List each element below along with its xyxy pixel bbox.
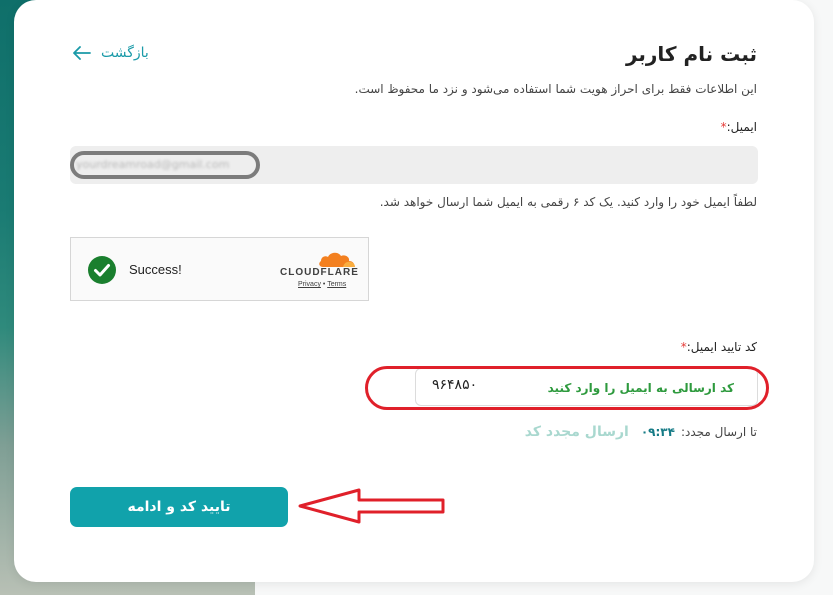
link-separator: • <box>322 281 326 288</box>
email-label: ایمیل:* <box>721 120 757 134</box>
cloudflare-cloud-icon <box>319 252 355 267</box>
success-check-icon <box>88 256 116 284</box>
registration-card: ثبت نام کاربر بازگشت این اطلاعات فقط برا… <box>14 0 814 582</box>
resend-timer: ۰۹:۳۴ <box>640 425 675 439</box>
page-title: ثبت نام کاربر <box>625 42 757 66</box>
resend-row: تا ارسال مجدد: ۰۹:۳۴ ارسال مجدد کد <box>525 424 757 440</box>
annotation-arrow-icon <box>298 488 445 524</box>
annotation-red-oval <box>365 366 769 410</box>
resend-label: تا ارسال مجدد: <box>680 425 757 439</box>
email-label-text: ایمیل: <box>726 120 757 134</box>
cloudflare-links: Privacy • Terms <box>298 281 346 288</box>
resend-code-link[interactable]: ارسال مجدد کد <box>525 424 629 440</box>
verification-label: کد تایید ایمیل:* <box>681 340 757 354</box>
arrow-left-icon <box>73 46 91 60</box>
cloudflare-captcha[interactable]: Success! CLOUDFLARE Privacy • Terms <box>70 237 369 301</box>
terms-link[interactable]: Terms <box>327 281 346 288</box>
page-subtitle: این اطلاعات فقط برای احراز هویت شما استف… <box>354 82 757 96</box>
email-hint: لطفاً ایمیل خود را وارد کنید. یک کد ۶ رق… <box>379 195 757 209</box>
verify-continue-button[interactable]: تایید کد و ادامه <box>70 487 288 527</box>
back-label: بازگشت <box>101 45 149 61</box>
redaction-oval <box>70 151 260 179</box>
verification-label-text: کد تایید ایمیل: <box>686 340 757 354</box>
back-button[interactable]: بازگشت <box>73 45 149 61</box>
cloudflare-logo: CLOUDFLARE <box>280 267 359 278</box>
captcha-status: Success! <box>129 262 182 277</box>
privacy-link[interactable]: Privacy <box>298 281 321 288</box>
